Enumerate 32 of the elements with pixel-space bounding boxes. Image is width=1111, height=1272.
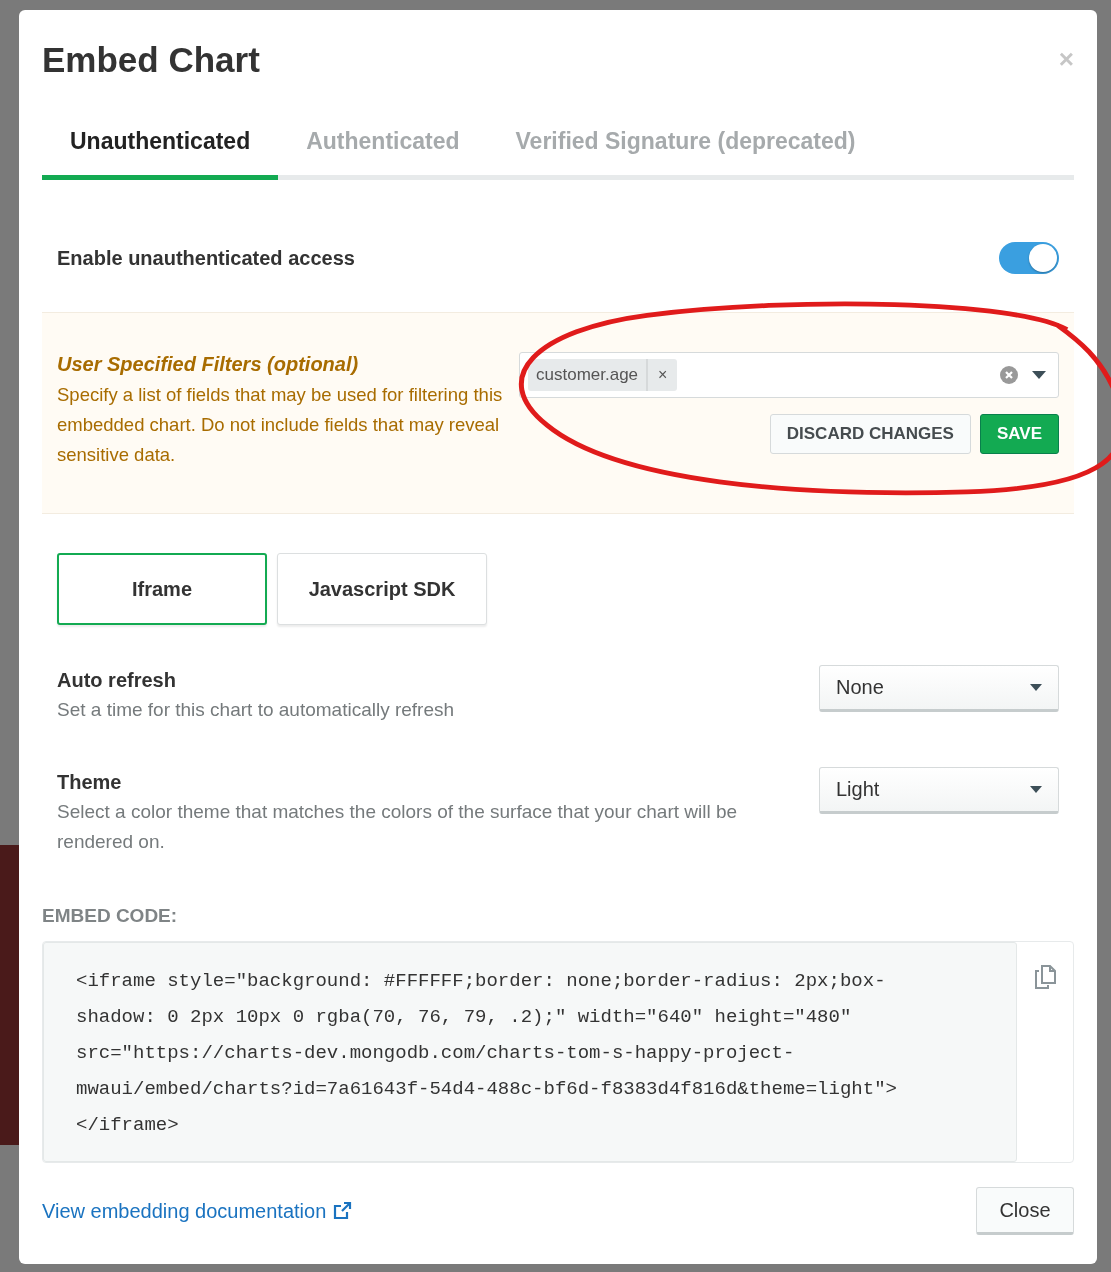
setting-description: Select a color theme that matches the colors of the surface that your chart will be rendered on.	[57, 800, 739, 854]
setting-title: Auto refresh	[57, 669, 177, 692]
caret-icon	[1030, 684, 1042, 691]
caret-icon	[1030, 786, 1042, 793]
embed-type-button[interactable]: Javascript SDK	[277, 553, 487, 625]
setting-title: Theme	[57, 771, 123, 794]
external-link-icon	[332, 1201, 353, 1221]
code-line: <iframe style="background: #FFFFFF;border: none;border-radius: 2px;box-	[76, 969, 887, 994]
embed-type-button[interactable]: Iframe	[57, 553, 267, 625]
filters-description: Specify a list of fields that may be used for filtering this embedded chart. Do not include fields that may reveal sensitive data.	[57, 383, 504, 467]
clear-icon[interactable]	[1000, 366, 1018, 384]
copy-icon[interactable]	[1034, 964, 1056, 990]
toggle-switch[interactable]	[999, 242, 1059, 274]
access-label: Enable unauthenticated access	[57, 246, 355, 270]
code-line: </iframe>	[76, 1113, 180, 1138]
code-line: shadow: 0 2px 10px 0 rgba(70, 76, 79, .2);" width="640" height="480"	[76, 1005, 853, 1030]
embed-code-label: EMBED CODE:	[42, 905, 179, 927]
filter-field[interactable]: customer.age ×	[519, 352, 1059, 398]
code-line: mwaui/embed/charts?id=7a61643f-54d4-488c-bf6d-f8383d4f816d&theme=light">	[76, 1077, 898, 1102]
tag-label: customer.age	[528, 359, 649, 391]
documentation-link[interactable]: View embedding documentation	[42, 1199, 353, 1223]
modal-title: Embed Chart	[42, 40, 260, 80]
discard-button[interactable]: DISCARD CHANGES	[769, 414, 971, 454]
setting-description: Set a time for this chart to automatically refresh	[57, 698, 456, 722]
caret-icon[interactable]	[1032, 371, 1046, 379]
dropdown[interactable]: Light	[819, 767, 1059, 814]
close-button[interactable]: Close	[976, 1187, 1074, 1235]
remove-tag-button[interactable]: ×	[648, 366, 678, 384]
code-line: src="https://charts-dev.mongodb.com/charts-tom-s-happy-project-	[76, 1041, 796, 1066]
dropdown[interactable]: None	[819, 665, 1059, 712]
tab[interactable]: Unauthenticated	[42, 120, 279, 180]
filters-title: User Specified Filters (optional)	[57, 353, 360, 376]
